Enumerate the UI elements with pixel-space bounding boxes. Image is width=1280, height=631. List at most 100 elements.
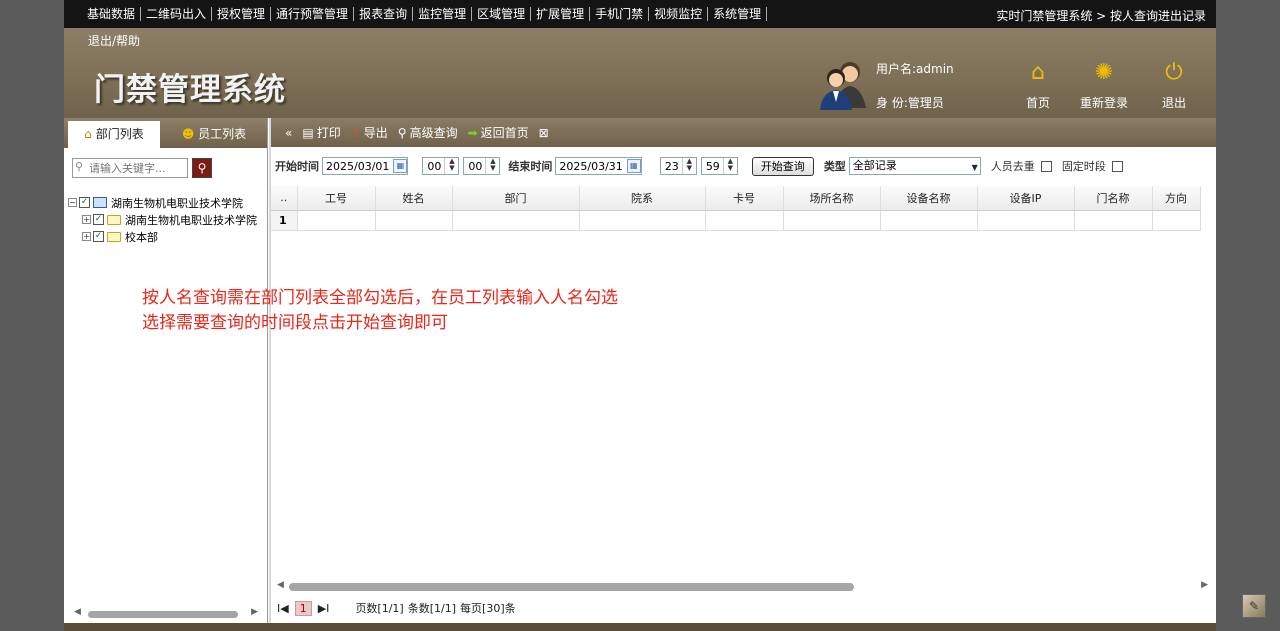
start-date-field[interactable]: 2025/03/01 ▦ xyxy=(322,157,409,175)
calendar-icon[interactable]: ▦ xyxy=(626,159,641,173)
collapse-icon[interactable]: − xyxy=(68,198,77,207)
relogin-label: 重新登录 xyxy=(1079,96,1128,110)
chevron-down-icon: ▼ xyxy=(971,163,978,172)
people-icon: ☻ xyxy=(181,127,195,141)
house-icon: ⌂ xyxy=(84,127,92,141)
menu-item-system[interactable]: 系统管理 xyxy=(708,7,768,21)
menu-item-mobile-access[interactable]: 手机门禁 xyxy=(590,7,650,21)
grid-horizontal-scrollbar[interactable]: ◀ ▶ xyxy=(271,579,1216,593)
first-page-button[interactable]: I◀ xyxy=(277,602,289,615)
back-home-button[interactable]: ➡ 返回首页 xyxy=(468,124,529,141)
export-button[interactable]: ⇪ 导出 xyxy=(351,124,388,141)
start-minute-stepper[interactable]: 00 ▲ ▼ xyxy=(463,157,501,175)
column-header[interactable]: 方向 xyxy=(1152,186,1201,211)
expand-icon[interactable]: + xyxy=(82,232,91,241)
scroll-thumb[interactable] xyxy=(289,583,854,591)
export-icon: ⇪ xyxy=(350,126,361,140)
home-label: 首页 xyxy=(1025,96,1050,110)
relogin-button[interactable]: ✺ 重新登录 xyxy=(1074,58,1134,111)
current-page-button[interactable]: 1 xyxy=(294,600,312,616)
tab-staff-list[interactable]: ☻ 员工列表 xyxy=(164,121,264,148)
tab-department-list[interactable]: ⌂ 部门列表 xyxy=(68,121,160,148)
thumbnail-icon[interactable]: ✎ xyxy=(1242,594,1266,618)
record-type-select[interactable]: 全部记录 ▼ xyxy=(848,157,981,175)
column-header[interactable]: 院系 xyxy=(579,186,706,211)
end-minute-value: 59 xyxy=(705,159,720,173)
advanced-query-button[interactable]: ⚲ 高级查询 xyxy=(398,124,458,141)
column-header[interactable]: 场所名称 xyxy=(783,186,881,211)
column-header[interactable]: .. xyxy=(271,186,298,211)
left-panel: ⌂ 部门列表 ☻ 员工列表 ⚲ ⚲ − ✓ 湖南生物机电职业技术学院 + ✓ xyxy=(64,118,268,631)
folder-icon xyxy=(107,231,121,242)
right-panel: « ▤ 打印 ⇪ 导出 ⚲ 高级查询 ➡ 返回首页 ⊠ 开始时间 2025/03/01 ▦… xyxy=(271,118,1216,631)
column-header[interactable]: 卡号 xyxy=(705,186,784,211)
table-cell xyxy=(1074,210,1153,231)
fixed-period-checkbox[interactable] xyxy=(1111,160,1123,172)
computer-icon xyxy=(93,197,107,208)
end-date-field[interactable]: 2025/03/31 ▦ xyxy=(555,157,642,175)
start-hour-value: 00 xyxy=(427,159,442,173)
start-date-value: 2025/03/01 xyxy=(326,159,390,173)
menu-item-basic-data[interactable]: 基础数据 xyxy=(82,7,142,21)
menu-item-monitor[interactable]: 监控管理 xyxy=(413,7,473,21)
last-page-button[interactable]: ▶I xyxy=(318,602,330,615)
end-minute-stepper[interactable]: 59 ▲ ▼ xyxy=(700,157,738,175)
calendar-icon[interactable]: ▦ xyxy=(393,159,408,173)
table-cell xyxy=(452,210,580,231)
spinner-arrows-icon[interactable]: ▲ ▼ xyxy=(681,158,696,174)
menu-item-area[interactable]: 区域管理 xyxy=(472,7,532,21)
start-hour-stepper[interactable]: 00 ▲ ▼ xyxy=(422,157,460,175)
column-header[interactable]: 姓名 xyxy=(375,186,453,211)
search-button[interactable]: ⚲ xyxy=(192,158,212,178)
scroll-left-icon[interactable]: ◀ xyxy=(74,607,81,617)
menu-item-video[interactable]: 视频监控 xyxy=(649,7,709,21)
spinner-arrows-icon[interactable]: ▲ ▼ xyxy=(485,158,499,174)
menu-item-reports[interactable]: 报表查询 xyxy=(354,7,414,21)
bottom-bar xyxy=(64,623,1216,631)
instruction-annotation: 按人名查询需在部门列表全部勾选后，在员工列表输入人名勾选 选择需要查询的时间段点… xyxy=(142,286,618,336)
checkbox-checked[interactable]: ✓ xyxy=(93,214,104,225)
spinner-arrows-icon[interactable]: ▲ ▼ xyxy=(444,158,458,174)
fixed-period-label: 固定时段 xyxy=(1061,160,1106,173)
scroll-right-icon[interactable]: ▶ xyxy=(251,607,258,617)
menu-item-warning[interactable]: 通行预警管理 xyxy=(271,7,355,21)
refresh-icon: ✺ xyxy=(1094,60,1114,85)
toolbar: « ▤ 打印 ⇪ 导出 ⚲ 高级查询 ➡ 返回首页 ⊠ xyxy=(271,118,1216,147)
left-horizontal-scrollbar[interactable]: ◀ ▶ xyxy=(68,607,264,621)
checkbox-checked[interactable]: ✓ xyxy=(93,231,104,242)
column-header[interactable]: 工号 xyxy=(297,186,376,211)
tree-node-child[interactable]: + ✓ 湖南生物机电职业技术学院 xyxy=(68,211,268,228)
menu-item-extension[interactable]: 扩展管理 xyxy=(531,7,591,21)
record-type-value: 全部记录 xyxy=(852,159,897,172)
print-button[interactable]: ▤ 打印 xyxy=(302,124,340,141)
back-home-label: 返回首页 xyxy=(480,126,529,140)
scroll-right-icon[interactable]: ▶ xyxy=(1201,580,1208,590)
tree-node-child[interactable]: + ✓ 校本部 xyxy=(68,228,268,245)
column-header[interactable]: 部门 xyxy=(452,186,580,211)
printer-icon: ▤ xyxy=(302,126,314,140)
column-header[interactable]: 设备名称 xyxy=(880,186,978,211)
checkbox-checked[interactable]: ✓ xyxy=(79,197,90,208)
tree-node-root[interactable]: − ✓ 湖南生物机电职业技术学院 xyxy=(68,194,268,211)
export-label: 导出 xyxy=(363,126,388,140)
help-link[interactable]: 退出/帮助 xyxy=(88,32,140,49)
scroll-thumb[interactable] xyxy=(88,611,238,618)
end-hour-stepper[interactable]: 23 ▲ ▼ xyxy=(659,157,697,175)
spinner-arrows-icon[interactable]: ▲ ▼ xyxy=(722,158,737,174)
collapse-panel-button[interactable]: « xyxy=(285,126,292,140)
table-row[interactable]: 1 xyxy=(271,210,1201,231)
table-cell xyxy=(705,210,784,231)
column-header[interactable]: 门名称 xyxy=(1074,186,1153,211)
scroll-left-icon[interactable]: ◀ xyxy=(277,580,284,590)
tree-search-input[interactable] xyxy=(72,158,188,178)
expand-icon[interactable]: + xyxy=(82,215,91,224)
menu-item-authorization[interactable]: 授权管理 xyxy=(212,7,272,21)
type-label: 类型 xyxy=(823,160,846,173)
logout-button[interactable]: ⏻ 退出 xyxy=(1144,58,1204,111)
menu-item-qrcode[interactable]: 二维码出入 xyxy=(141,7,213,21)
dedupe-checkbox[interactable] xyxy=(1040,160,1052,172)
column-header[interactable]: 设备IP xyxy=(977,186,1075,211)
fullscreen-icon[interactable]: ⊠ xyxy=(539,126,549,140)
home-button[interactable]: ⌂ 首页 xyxy=(1008,58,1068,111)
start-query-button[interactable]: 开始查询 xyxy=(751,156,814,176)
